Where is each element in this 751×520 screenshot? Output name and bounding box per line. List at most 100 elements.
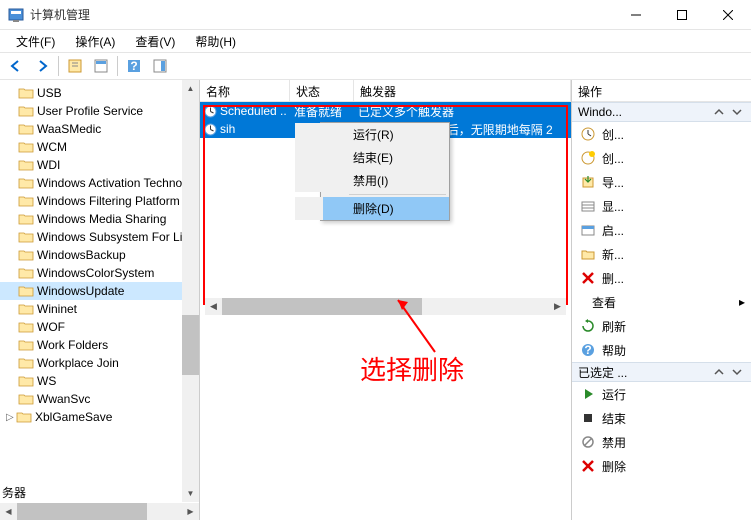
tree-item[interactable]: WindowsBackup [0, 246, 199, 264]
context-disable[interactable]: 禁用(I) [295, 169, 449, 192]
tree-vscrollbar[interactable]: ▲ ▼ [182, 80, 199, 502]
scroll-left-icon[interactable]: ◀ [205, 298, 222, 315]
context-end[interactable]: 结束(E) [295, 146, 449, 169]
task-status: 准备就绪 [290, 103, 354, 120]
action-item[interactable]: 创... [572, 146, 751, 170]
folder-icon [18, 86, 34, 100]
expand-icon[interactable]: ▷ [6, 412, 16, 423]
action-label: 显... [602, 198, 624, 215]
tree-label: Windows Activation Technologies [37, 176, 199, 190]
action-item[interactable]: 删除 [572, 454, 751, 478]
action-item[interactable]: 导... [572, 170, 751, 194]
col-name[interactable]: 名称 [200, 80, 290, 101]
menu-file[interactable]: 文件(F) [6, 31, 65, 52]
expand-icon[interactable] [729, 104, 745, 120]
action-view[interactable]: 查看 ▸ [572, 290, 751, 314]
maximize-button[interactable] [659, 0, 705, 30]
action-label: 新... [602, 246, 624, 263]
col-status[interactable]: 状态 [290, 80, 354, 101]
action-label: 运行 [602, 386, 626, 403]
tree-label: Work Folders [37, 338, 108, 352]
tree-item[interactable]: Workplace Join [0, 354, 199, 372]
col-trigger[interactable]: 触发器 [354, 80, 571, 101]
tree-item[interactable]: WindowsUpdate [0, 282, 199, 300]
folder-icon [18, 302, 34, 316]
tree-hscroll-thumb[interactable] [17, 503, 147, 520]
folder-icon [18, 230, 34, 244]
svg-text:?: ? [130, 59, 137, 73]
action-item[interactable]: 创... [572, 122, 751, 146]
action-item[interactable]: 删... [572, 266, 751, 290]
folder-icon [16, 410, 32, 424]
tree-label: WindowsUpdate [37, 284, 124, 298]
delete-x-icon [580, 270, 596, 286]
scroll-right-icon[interactable]: ▶ [182, 503, 199, 520]
collapse-icon[interactable] [711, 364, 727, 380]
context-run[interactable]: 运行(R) [295, 123, 449, 146]
tree-vscroll-thumb[interactable] [182, 315, 199, 375]
folder-icon [18, 158, 34, 172]
scroll-down-icon[interactable]: ▼ [182, 485, 199, 502]
tree-item[interactable]: Windows Filtering Platform [0, 192, 199, 210]
scroll-up-icon[interactable]: ▲ [182, 80, 199, 97]
tree-item[interactable]: WDI [0, 156, 199, 174]
tree-item[interactable]: WOF [0, 318, 199, 336]
action-item[interactable]: 禁用 [572, 430, 751, 454]
expand-icon[interactable] [729, 364, 745, 380]
tree-label: Workplace Join [37, 356, 119, 370]
svg-text:?: ? [584, 343, 591, 357]
minimize-button[interactable] [613, 0, 659, 30]
context-delete[interactable]: 删除(D) [295, 197, 449, 220]
tree-label: Windows Media Sharing [37, 212, 166, 226]
folder-icon [18, 122, 34, 136]
tree-item[interactable]: WindowsColorSystem [0, 264, 199, 282]
clock-icon [204, 105, 217, 118]
new-task-icon [580, 126, 596, 142]
action-help[interactable]: ? 帮助 [572, 338, 751, 362]
action-item[interactable]: 运行 [572, 382, 751, 406]
list-hscroll-thumb[interactable] [222, 298, 422, 315]
tree-item[interactable]: WaaSMedic [0, 120, 199, 138]
action-refresh[interactable]: 刷新 [572, 314, 751, 338]
list-hscrollbar[interactable]: ◀ ▶ [205, 298, 566, 315]
tree-item[interactable]: Work Folders [0, 336, 199, 354]
clock-icon [204, 123, 217, 136]
properties-button[interactable] [89, 54, 113, 78]
tree-item[interactable]: Wininet [0, 300, 199, 318]
close-button[interactable] [705, 0, 751, 30]
action-item[interactable]: 新... [572, 242, 751, 266]
help-button[interactable]: ? [122, 54, 146, 78]
menubar: 文件(F) 操作(A) 查看(V) 帮助(H) [0, 30, 751, 52]
scroll-left-icon[interactable]: ◀ [0, 503, 17, 520]
tree-label: WaaSMedic [37, 122, 101, 136]
tree-item[interactable]: WCM [0, 138, 199, 156]
forward-button[interactable] [30, 54, 54, 78]
menu-view[interactable]: 查看(V) [125, 31, 185, 52]
tree-item[interactable]: USB [0, 84, 199, 102]
tree-hscrollbar[interactable]: ◀ ▶ [0, 503, 199, 520]
tree-item[interactable]: User Profile Service [0, 102, 199, 120]
action-item[interactable]: 结束 [572, 406, 751, 430]
action-label: 导... [602, 174, 624, 191]
action-pane-button[interactable] [148, 54, 172, 78]
menu-action[interactable]: 操作(A) [65, 31, 125, 52]
tree-item[interactable]: Windows Activation Technologies [0, 174, 199, 192]
back-button[interactable] [4, 54, 28, 78]
action-item[interactable]: 启... [572, 218, 751, 242]
window-title: 计算机管理 [30, 6, 613, 23]
tree-item[interactable]: Windows Subsystem For Linux [0, 228, 199, 246]
task-list-panel: 名称 状态 触发器 Scheduled ..准备就绪已定义多个触发器sih 的 … [200, 80, 571, 520]
tree-item[interactable]: WwanSvc [0, 390, 199, 408]
task-row[interactable]: Scheduled ..准备就绪已定义多个触发器 [200, 102, 571, 120]
scroll-right-icon[interactable]: ▶ [549, 298, 566, 315]
tree-label: WCM [37, 140, 67, 154]
collapse-icon[interactable] [711, 104, 727, 120]
menu-help[interactable]: 帮助(H) [185, 31, 246, 52]
action-item[interactable]: 显... [572, 194, 751, 218]
tree-item[interactable]: WS [0, 372, 199, 390]
refresh-icon [580, 318, 596, 334]
tree-label: WindowsBackup [37, 248, 126, 262]
show-hide-tree-button[interactable] [63, 54, 87, 78]
tree-item[interactable]: Windows Media Sharing [0, 210, 199, 228]
tree-item[interactable]: ▷XblGameSave [0, 408, 199, 426]
